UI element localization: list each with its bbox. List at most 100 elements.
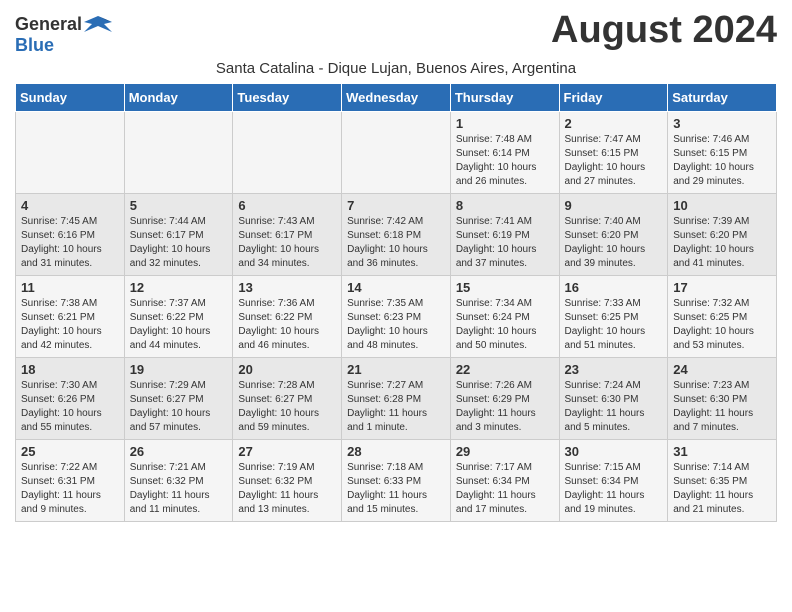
day-info: Sunrise: 7:30 AMSunset: 6:26 PMDaylight:… [21,379,119,435]
calendar-day-cell: 21 Sunrise: 7:27 AMSunset: 6:28 PMDayligh… [342,357,451,439]
day-of-week-header: Friday [559,83,668,111]
calendar-day-cell: 9 Sunrise: 7:40 AMSunset: 6:20 PMDaylight… [559,193,668,275]
day-number: 19 [130,362,228,377]
calendar-week-row: 25 Sunrise: 7:22 AMSunset: 6:31 PMDayligh… [16,439,777,521]
calendar-day-cell: 25 Sunrise: 7:22 AMSunset: 6:31 PMDayligh… [16,439,125,521]
calendar-day-cell: 18Sunrise: 7:30 AMSunset: 6:26 PMDayligh… [16,357,125,439]
calendar-day-cell: 19Sunrise: 7:29 AMSunset: 6:27 PMDayligh… [124,357,233,439]
calendar-day-cell: 23 Sunrise: 7:24 AMSunset: 6:30 PMDayligh… [559,357,668,439]
day-number: 17 [673,280,771,295]
logo-blue-text: Blue [15,36,54,56]
calendar-day-cell: 22 Sunrise: 7:26 AMSunset: 6:29 PMDayligh… [450,357,559,439]
calendar-week-row: 1 Sunrise: 7:48 AMSunset: 6:14 PMDaylight… [16,111,777,193]
day-number: 26 [130,444,228,459]
calendar-day-cell: 26 Sunrise: 7:21 AMSunset: 6:32 PMDayligh… [124,439,233,521]
day-info: Sunrise: 7:46 AMSunset: 6:15 PMDaylight:… [673,133,771,189]
day-of-week-header: Thursday [450,83,559,111]
day-number: 6 [238,198,336,213]
day-number: 25 [21,444,119,459]
calendar-week-row: 18Sunrise: 7:30 AMSunset: 6:26 PMDayligh… [16,357,777,439]
day-number: 23 [565,362,663,377]
calendar-day-cell: 4 Sunrise: 7:45 AMSunset: 6:16 PMDaylight… [16,193,125,275]
day-number: 8 [456,198,554,213]
calendar-day-cell: 27 Sunrise: 7:19 AMSunset: 6:32 PMDayligh… [233,439,342,521]
day-number: 4 [21,198,119,213]
header: General Blue August 2024 [15,10,777,56]
day-info: Sunrise: 7:27 AMSunset: 6:28 PMDaylight:… [347,379,445,435]
day-info: Sunrise: 7:44 AMSunset: 6:17 PMDaylight:… [130,215,228,271]
day-number: 20 [238,362,336,377]
day-number: 1 [456,116,554,131]
day-number: 30 [565,444,663,459]
calendar-day-cell: 20 Sunrise: 7:28 AMSunset: 6:27 PMDayligh… [233,357,342,439]
calendar-day-cell: 10 Sunrise: 7:39 AMSunset: 6:20 PMDayligh… [668,193,777,275]
day-info: Sunrise: 7:34 AMSunset: 6:24 PMDaylight:… [456,297,554,353]
day-info: Sunrise: 7:35 AMSunset: 6:23 PMDaylight:… [347,297,445,353]
day-number: 21 [347,362,445,377]
calendar-day-cell: 28Sunrise: 7:18 AMSunset: 6:33 PMDayligh… [342,439,451,521]
day-info: Sunrise: 7:37 AMSunset: 6:22 PMDaylight:… [130,297,228,353]
day-number: 24 [673,362,771,377]
day-info: Sunrise: 7:42 AMSunset: 6:18 PMDaylight:… [347,215,445,271]
logo-general-text: General [15,15,82,35]
day-number: 29 [456,444,554,459]
day-info: Sunrise: 7:28 AMSunset: 6:27 PMDaylight:… [238,379,336,435]
logo-bird-icon [84,14,112,36]
day-number: 7 [347,198,445,213]
day-info: Sunrise: 7:36 AMSunset: 6:22 PMDaylight:… [238,297,336,353]
calendar-day-cell: 11 Sunrise: 7:38 AMSunset: 6:21 PMDayligh… [16,275,125,357]
day-info: Sunrise: 7:22 AMSunset: 6:31 PMDaylight:… [21,461,119,517]
day-number: 9 [565,198,663,213]
day-info: Sunrise: 7:41 AMSunset: 6:19 PMDaylight:… [456,215,554,271]
day-number: 5 [130,198,228,213]
calendar-day-cell: 15 Sunrise: 7:34 AMSunset: 6:24 PMDayligh… [450,275,559,357]
day-info: Sunrise: 7:24 AMSunset: 6:30 PMDaylight:… [565,379,663,435]
calendar-table: SundayMondayTuesdayWednesdayThursdayFrid… [15,83,777,522]
day-number: 27 [238,444,336,459]
day-of-week-header: Monday [124,83,233,111]
day-info: Sunrise: 7:45 AMSunset: 6:16 PMDaylight:… [21,215,119,271]
calendar-day-cell: 12 Sunrise: 7:37 AMSunset: 6:22 PMDayligh… [124,275,233,357]
calendar-day-cell: 6 Sunrise: 7:43 AMSunset: 6:17 PMDaylight… [233,193,342,275]
calendar-body: 1 Sunrise: 7:48 AMSunset: 6:14 PMDaylight… [16,111,777,521]
day-number: 15 [456,280,554,295]
day-number: 14 [347,280,445,295]
day-info: Sunrise: 7:38 AMSunset: 6:21 PMDaylight:… [21,297,119,353]
day-info: Sunrise: 7:48 AMSunset: 6:14 PMDaylight:… [456,133,554,189]
calendar-header-row: SundayMondayTuesdayWednesdayThursdayFrid… [16,83,777,111]
day-number: 3 [673,116,771,131]
day-info: Sunrise: 7:21 AMSunset: 6:32 PMDaylight:… [130,461,228,517]
day-info: Sunrise: 7:26 AMSunset: 6:29 PMDaylight:… [456,379,554,435]
calendar-day-cell [233,111,342,193]
day-number: 2 [565,116,663,131]
day-of-week-header: Tuesday [233,83,342,111]
day-number: 10 [673,198,771,213]
calendar-day-cell: 31 Sunrise: 7:14 AMSunset: 6:35 PMDayligh… [668,439,777,521]
day-number: 31 [673,444,771,459]
day-number: 22 [456,362,554,377]
day-number: 12 [130,280,228,295]
day-number: 11 [21,280,119,295]
calendar-day-cell: 14 Sunrise: 7:35 AMSunset: 6:23 PMDayligh… [342,275,451,357]
calendar-day-cell: 5 Sunrise: 7:44 AMSunset: 6:17 PMDaylight… [124,193,233,275]
day-info: Sunrise: 7:14 AMSunset: 6:35 PMDaylight:… [673,461,771,517]
calendar-day-cell: 30 Sunrise: 7:15 AMSunset: 6:34 PMDayligh… [559,439,668,521]
day-info: Sunrise: 7:43 AMSunset: 6:17 PMDaylight:… [238,215,336,271]
calendar-day-cell [342,111,451,193]
calendar-day-cell: 8 Sunrise: 7:41 AMSunset: 6:19 PMDaylight… [450,193,559,275]
logo: General Blue [15,10,112,56]
day-info: Sunrise: 7:17 AMSunset: 6:34 PMDaylight:… [456,461,554,517]
day-info: Sunrise: 7:47 AMSunset: 6:15 PMDaylight:… [565,133,663,189]
calendar-day-cell: 7 Sunrise: 7:42 AMSunset: 6:18 PMDaylight… [342,193,451,275]
calendar-day-cell [124,111,233,193]
calendar-day-cell: 24Sunrise: 7:23 AMSunset: 6:30 PMDayligh… [668,357,777,439]
day-info: Sunrise: 7:39 AMSunset: 6:20 PMDaylight:… [673,215,771,271]
day-info: Sunrise: 7:19 AMSunset: 6:32 PMDaylight:… [238,461,336,517]
day-of-week-header: Saturday [668,83,777,111]
day-of-week-header: Wednesday [342,83,451,111]
day-info: Sunrise: 7:15 AMSunset: 6:34 PMDaylight:… [565,461,663,517]
day-number: 28 [347,444,445,459]
calendar-day-cell [16,111,125,193]
calendar-day-cell: 1 Sunrise: 7:48 AMSunset: 6:14 PMDaylight… [450,111,559,193]
day-info: Sunrise: 7:40 AMSunset: 6:20 PMDaylight:… [565,215,663,271]
